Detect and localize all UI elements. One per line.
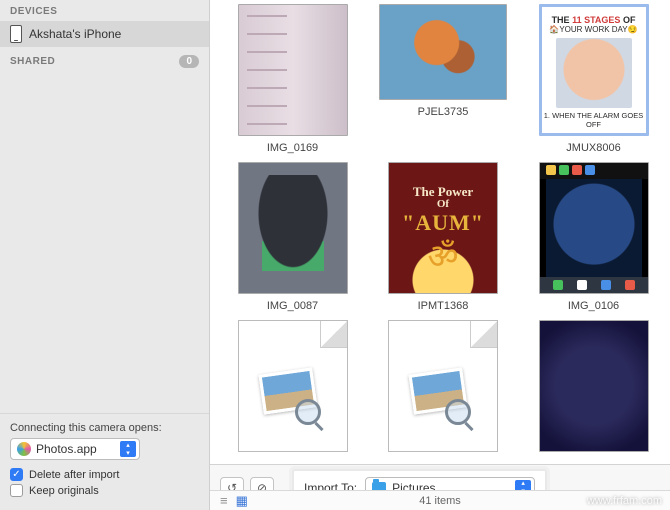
grid-item[interactable]: The Power Of "AUM" ॐ IPMT1368 <box>379 162 507 314</box>
thumbnail[interactable]: THE 11 STAGES OF 🏠YOUR WORK DAY😏 1. WHEN… <box>539 4 649 136</box>
grid-item[interactable] <box>379 320 507 464</box>
delete-after-import-checkbox[interactable]: ✓ <box>10 468 23 481</box>
grid-item[interactable]: IMG_0087 <box>234 162 351 314</box>
grid-view-button[interactable]: ▦ <box>236 493 248 509</box>
thumbnail-caption: IMG_0106 <box>568 300 619 314</box>
thumbnail-grid: IMG_0169 PJEL3735 THE 11 STAGES OF 🏠YOUR… <box>210 0 670 464</box>
grid-item[interactable] <box>234 320 351 464</box>
thumbnail[interactable] <box>388 320 498 452</box>
device-row[interactable]: Akshata's iPhone <box>0 21 209 47</box>
open-with-label: Connecting this camera opens: <box>10 422 199 434</box>
thumbnail[interactable]: The Power Of "AUM" ॐ <box>388 162 498 294</box>
thumbnail-caption: IMG_0087 <box>267 300 318 314</box>
grid-item[interactable] <box>535 320 652 464</box>
thumbnail[interactable] <box>539 162 649 294</box>
thumbnail[interactable] <box>238 320 348 452</box>
shared-section-label: SHARED <box>10 56 55 67</box>
list-view-button[interactable]: ≡ <box>220 493 228 509</box>
open-with-select[interactable]: Photos.app ▴▾ <box>10 438 140 460</box>
thumbnail-caption: PJEL3735 <box>418 106 469 120</box>
item-count: 41 items <box>419 495 461 507</box>
open-with-app-name: Photos.app <box>36 442 97 456</box>
grid-item[interactable]: THE 11 STAGES OF 🏠YOUR WORK DAY😏 1. WHEN… <box>535 4 652 156</box>
keep-originals-label: Keep originals <box>29 485 99 497</box>
thumbnail[interactable] <box>238 4 348 136</box>
thumbnail-caption: IMG_0169 <box>267 142 318 156</box>
thumbnail[interactable] <box>379 4 507 100</box>
thumbnail[interactable] <box>539 320 649 452</box>
devices-section-label: DEVICES <box>0 0 209 21</box>
delete-after-import-label: Delete after import <box>29 469 119 481</box>
grid-item[interactable]: IMG_0169 <box>234 4 351 156</box>
grid-item[interactable]: IMG_0106 <box>535 162 652 314</box>
select-stepper-icon[interactable]: ▴▾ <box>120 441 136 457</box>
thumbnail[interactable] <box>238 162 348 294</box>
thumbnail-caption: IPMT1368 <box>418 300 469 314</box>
keep-originals-checkbox[interactable] <box>10 484 23 497</box>
main-content: IMG_0169 PJEL3735 THE 11 STAGES OF 🏠YOUR… <box>210 0 670 510</box>
photos-app-icon <box>17 442 31 456</box>
sidebar: DEVICES Akshata's iPhone SHARED 0 Connec… <box>0 0 210 510</box>
grid-item[interactable]: PJEL3735 <box>379 4 507 156</box>
watermark: www.frfam.com <box>587 495 662 507</box>
sidebar-options: Connecting this camera opens: Photos.app… <box>0 413 209 510</box>
iphone-icon <box>10 25 22 43</box>
thumbnail-caption: JMUX8006 <box>566 142 620 156</box>
device-name: Akshata's iPhone <box>29 27 121 41</box>
shared-count-badge: 0 <box>179 55 199 68</box>
